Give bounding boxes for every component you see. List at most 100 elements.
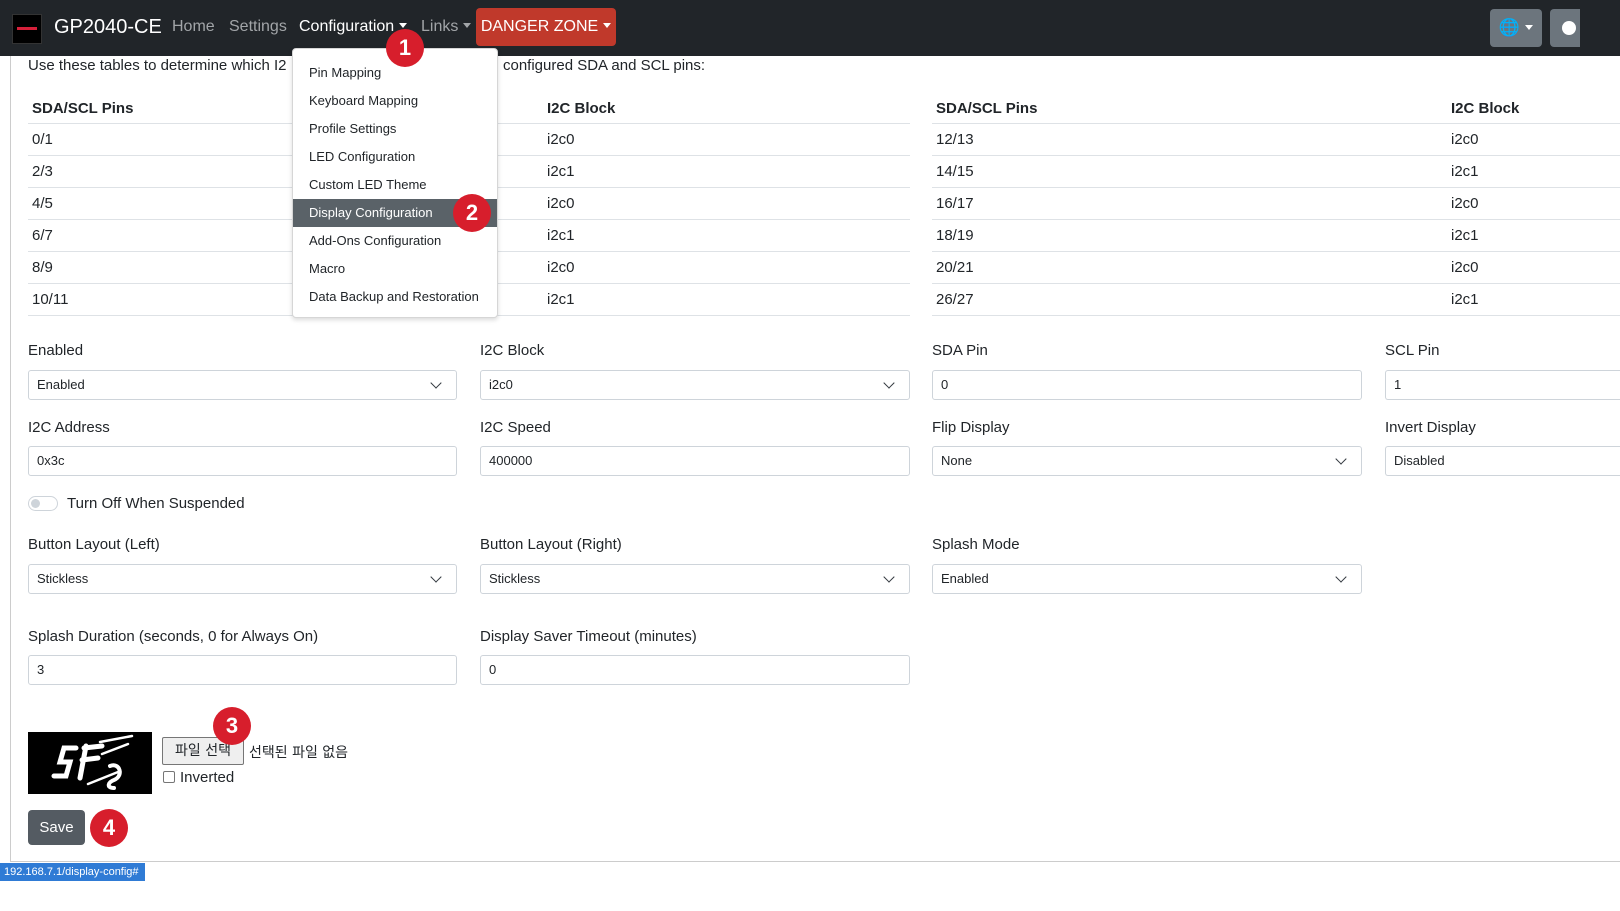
brand-name[interactable]: GP2040-CE	[54, 16, 162, 39]
menu-item-profile-settings[interactable]: Profile Settings	[293, 115, 497, 143]
scl-pin-value: 1	[1394, 377, 1402, 392]
save-button[interactable]: Save	[28, 810, 85, 845]
i2c-speed-value: 400000	[489, 453, 533, 468]
invert-display-value: Disabled	[1394, 453, 1445, 468]
i2c-block-cell: i2c0	[543, 123, 910, 156]
content-border	[10, 56, 11, 861]
i2c-address-value: 0x3c	[37, 453, 65, 468]
i2c-block-select[interactable]: i2c0	[480, 370, 910, 400]
table-row: 16/17 i2c0	[932, 187, 1620, 220]
chevron-down-icon	[1335, 571, 1347, 583]
menu-item-macro[interactable]: Macro	[293, 255, 497, 283]
enabled-select[interactable]: Enabled	[28, 370, 457, 400]
menu-item-data-backup-and-restoration[interactable]: Data Backup and Restoration	[293, 283, 497, 311]
table-row: 20/21 i2c0	[932, 251, 1620, 284]
step-badge-4: 4	[90, 809, 128, 847]
splash-duration-value: 3	[37, 662, 45, 677]
button-layout-right-value: Stickless	[489, 571, 541, 586]
button-layout-left-value: Stickless	[37, 571, 89, 586]
i2c-speed-input[interactable]: 400000	[480, 446, 910, 476]
step-badge-1: 1	[386, 29, 424, 67]
i2c-block-cell: i2c1	[1447, 283, 1620, 316]
caret-down-icon	[463, 23, 472, 28]
sda-pin-value: 0	[941, 377, 949, 392]
table-row: 14/15 i2c1	[932, 155, 1620, 188]
pin-pair-cell: 18/19	[932, 219, 1447, 252]
pin-pair-cell: 12/13	[932, 123, 1447, 156]
nav-links[interactable]: Links	[421, 18, 472, 36]
i2c-address-input[interactable]: 0x3c	[28, 446, 457, 476]
flip-display-label: Flip Display	[932, 419, 1010, 436]
splash-logo-icon	[51, 734, 134, 790]
i2c-block-cell: i2c0	[543, 251, 910, 284]
scl-pin-input[interactable]: 1	[1385, 370, 1620, 400]
nav-home[interactable]: Home	[172, 18, 215, 36]
menu-item-led-configuration[interactable]: LED Configuration	[293, 143, 497, 171]
pin-pair-cell: 14/15	[932, 155, 1447, 188]
button-layout-left-label: Button Layout (Left)	[28, 536, 160, 553]
i2c-speed-label: I2C Speed	[480, 419, 551, 436]
display-saver-input[interactable]: 0	[480, 655, 910, 685]
caret-down-icon	[399, 23, 408, 28]
status-bar-url: 192.168.7.1/display-config#	[0, 863, 145, 881]
chevron-down-icon	[1335, 453, 1347, 465]
table-row: 26/27 i2c1	[932, 283, 1620, 316]
splash-mode-value: Enabled	[941, 571, 989, 586]
navbar: GP2040-CE Home Settings Configuration Li…	[0, 0, 1620, 56]
i2c-block-cell: i2c1	[543, 219, 910, 252]
invert-display-select[interactable]: Disabled	[1385, 446, 1620, 476]
invert-display-label: Invert Display	[1385, 419, 1476, 436]
i2c-block-cell: i2c0	[1447, 251, 1620, 284]
caret-down-icon	[603, 23, 612, 28]
i2c-block-cell: i2c1	[543, 155, 910, 188]
inverted-label: Inverted	[180, 769, 235, 786]
splash-duration-input[interactable]: 3	[28, 655, 457, 685]
flip-display-select[interactable]: None	[932, 446, 1362, 476]
brand-logo[interactable]	[12, 14, 42, 44]
chevron-down-icon	[883, 571, 895, 583]
enabled-value: Enabled	[37, 377, 85, 392]
button-layout-left-select[interactable]: Stickless	[28, 564, 457, 594]
step-badge-3: 3	[213, 707, 251, 745]
configuration-dropdown-menu: Pin Mapping Keyboard Mapping Profile Setti…	[292, 48, 498, 318]
splash-mode-select[interactable]: Enabled	[932, 564, 1362, 594]
i2c-block-cell: i2c1	[1447, 155, 1620, 188]
i2c-block-value: i2c0	[489, 377, 513, 392]
language-button[interactable]: 🌐	[1490, 9, 1542, 47]
splash-mode-label: Splash Mode	[932, 536, 1020, 553]
chevron-down-icon	[430, 377, 442, 389]
header-i2c-block: I2C Block	[543, 93, 910, 124]
menu-item-keyboard-mapping[interactable]: Keyboard Mapping	[293, 87, 497, 115]
table-header-row: SDA/SCL Pins I2C Block	[932, 93, 1620, 124]
intro-text-part1: Use these tables to determine which I2	[28, 57, 287, 74]
i2c-block-cell: i2c0	[1447, 187, 1620, 220]
danger-zone-button[interactable]: DANGER ZONE	[476, 8, 616, 46]
enabled-label: Enabled	[28, 342, 84, 359]
pin-table-right: SDA/SCL Pins I2C Block 12/13 i2c0 14/15 i2c…	[932, 93, 1620, 316]
caret-down-icon	[1525, 25, 1534, 30]
sda-pin-label: SDA Pin	[932, 342, 988, 359]
header-sda-scl: SDA/SCL Pins	[932, 93, 1447, 124]
chevron-down-icon	[883, 377, 895, 389]
table-row: 18/19 i2c1	[932, 219, 1620, 252]
nav-settings[interactable]: Settings	[229, 18, 287, 36]
splash-image-preview	[28, 732, 152, 794]
theme-toggle-button[interactable]	[1550, 9, 1580, 47]
step-badge-2: 2	[453, 194, 491, 232]
file-status-text: 선택된 파일 없음	[249, 745, 349, 761]
pin-pair-cell: 20/21	[932, 251, 1447, 284]
sda-pin-input[interactable]: 0	[932, 370, 1362, 400]
turn-off-suspended-switch[interactable]	[28, 496, 58, 511]
inverted-checkbox[interactable]	[163, 771, 175, 783]
pin-pair-cell: 16/17	[932, 187, 1447, 220]
scl-pin-label: SCL Pin	[1385, 342, 1440, 359]
globe-icon: 🌐	[1498, 18, 1521, 37]
content-bottom-border	[10, 861, 1620, 862]
header-i2c-block: I2C Block	[1447, 93, 1620, 124]
button-layout-right-select[interactable]: Stickless	[480, 564, 910, 594]
display-saver-label: Display Saver Timeout (minutes)	[480, 628, 697, 645]
nav-configuration-label: Configuration	[299, 18, 395, 35]
intro-text-part2: configured SDA and SCL pins:	[503, 57, 706, 74]
display-saver-value: 0	[489, 662, 497, 677]
nav-links-label: Links	[421, 18, 459, 35]
